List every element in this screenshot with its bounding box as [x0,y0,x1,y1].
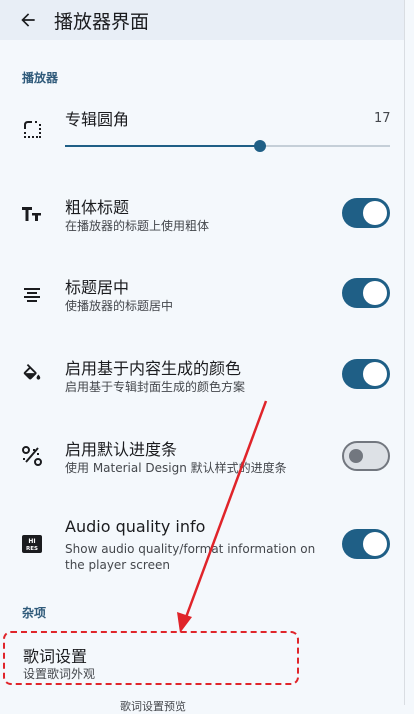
right-edge [404,0,414,705]
annotation-arrow [177,400,268,633]
bottom-cutoff-text: 歌词设置预览 [120,700,186,713]
